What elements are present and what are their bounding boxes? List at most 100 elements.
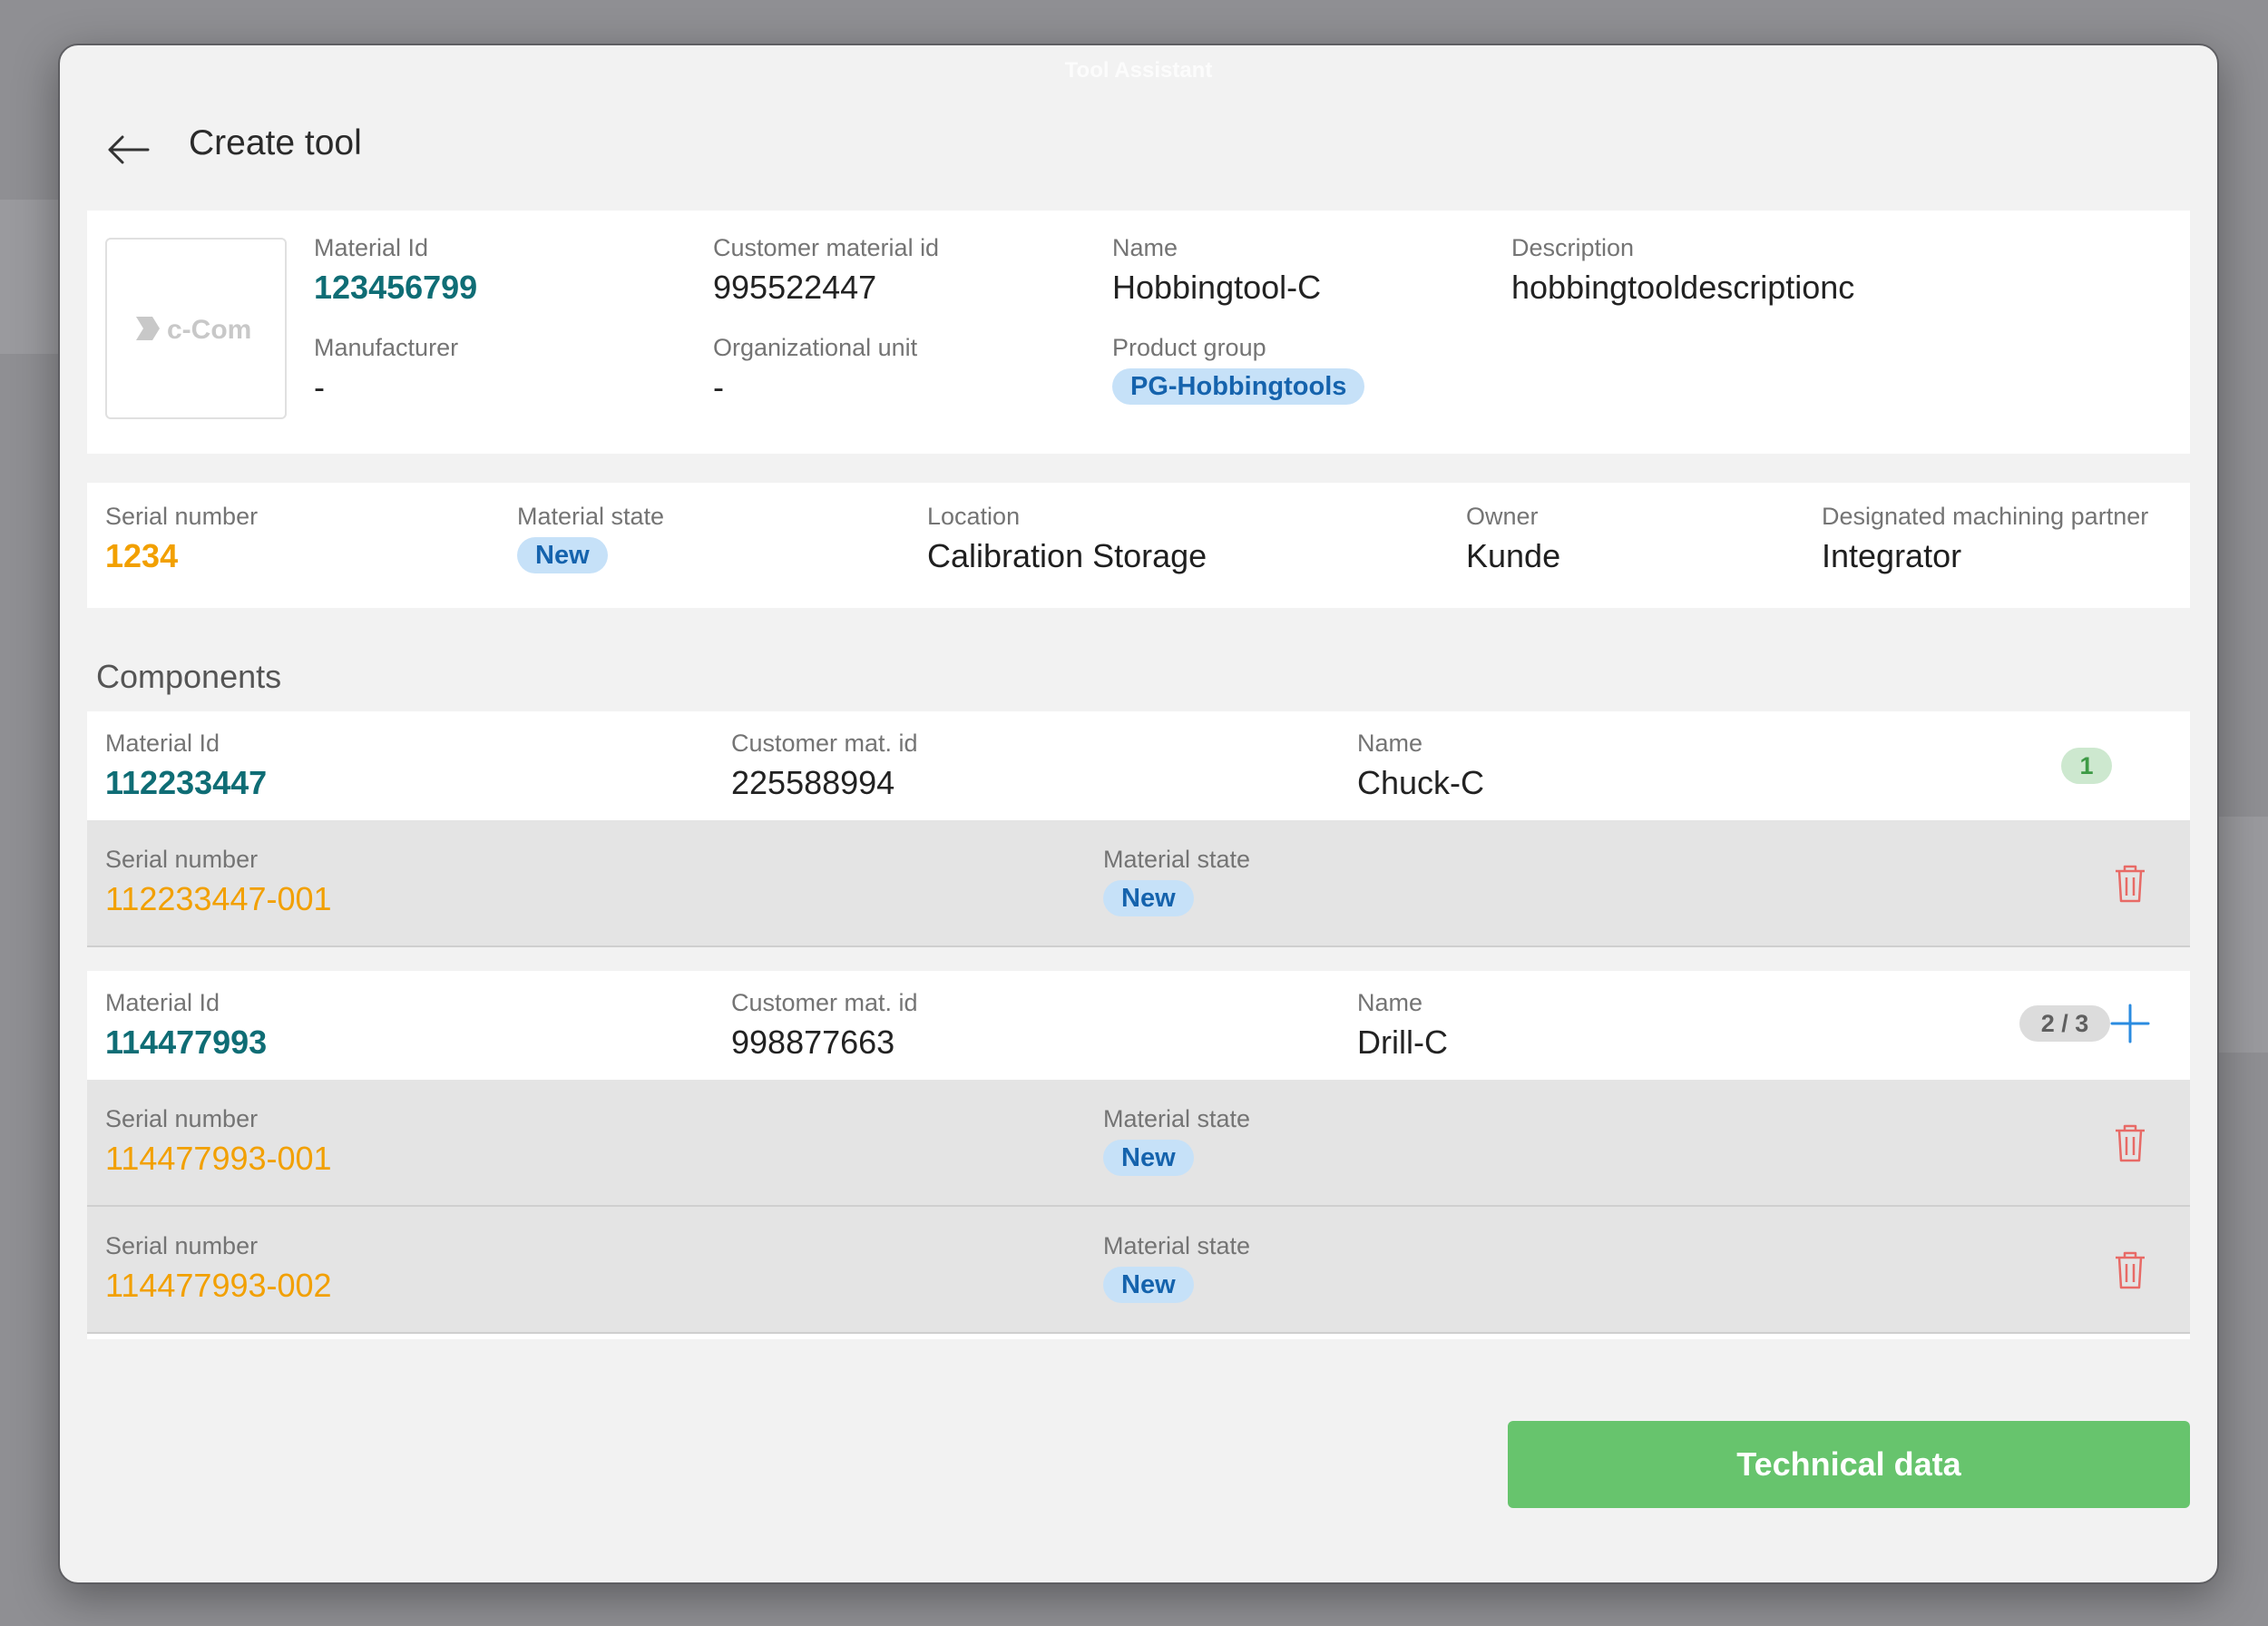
material-id-field: Material Id 123456799 — [314, 232, 477, 309]
material-id-label: Material Id — [314, 234, 429, 261]
material-state-field: Material state New — [517, 501, 664, 573]
component-material-id: Material Id 112233447 — [105, 728, 267, 804]
delete-serial-button[interactable] — [2103, 857, 2157, 911]
trash-icon — [2116, 865, 2145, 903]
component-count-badge: 2 / 3 — [2019, 1005, 2110, 1042]
manufacturer-value: - — [314, 368, 325, 406]
component-serial: Serial number 112233447-001 — [105, 844, 332, 920]
name-value: Hobbingtool-C — [1112, 269, 1322, 306]
component-serial-label: Serial number — [105, 1232, 259, 1259]
location-field: Location Calibration Storage — [927, 501, 1207, 577]
component-customer-id: Customer mat. id 998877663 — [731, 987, 918, 1063]
page-title: Create tool — [189, 123, 362, 162]
owner-label: Owner — [1466, 503, 1539, 530]
product-group-field: Product group PG-Hobbingtools — [1112, 332, 1365, 405]
component-state: Material state New — [1103, 844, 1250, 916]
component-name: Name Drill-C — [1357, 987, 1448, 1063]
window-title: Tool Assistant — [1064, 58, 1213, 83]
component-customer-id-value: 225588994 — [731, 764, 895, 801]
component-material-id-value: 114477993 — [105, 1024, 268, 1061]
back-button[interactable] — [87, 118, 169, 181]
component-name: Name Chuck-C — [1357, 728, 1484, 804]
component-serial-value: 114477993-002 — [105, 1267, 332, 1304]
partner-label: Designated machining partner — [1822, 503, 2149, 530]
customer-material-id-field: Customer material id 995522447 — [713, 232, 939, 309]
tool-image: c-Com — [105, 238, 287, 419]
location-value: Calibration Storage — [927, 537, 1207, 574]
component-serial-row: Serial number 114477993-002 Material sta… — [87, 1207, 2190, 1334]
instance-info-card: Serial number 1234 Material state New Lo… — [87, 483, 2190, 608]
component-serial-label: Serial number — [105, 846, 259, 873]
component-header-chuck: Material Id 112233447 Customer mat. id 2… — [87, 711, 2190, 820]
component-name-value: Drill-C — [1357, 1024, 1448, 1061]
components-list-end — [87, 1334, 2190, 1339]
description-label: Description — [1511, 234, 1635, 261]
organizational-unit-value: - — [713, 368, 724, 406]
component-serial-row: Serial number 114477993-001 Material sta… — [87, 1080, 2190, 1207]
component-material-id-value: 112233447 — [105, 764, 268, 801]
component-serial-value: 114477993-001 — [105, 1140, 332, 1177]
description-field: Description hobbingtooldescriptionc — [1511, 232, 1854, 309]
component-serial-value: 112233447-001 — [105, 880, 332, 917]
component-customer-id-value: 998877663 — [731, 1024, 895, 1061]
customer-material-id-label: Customer material id — [713, 234, 940, 261]
component-state-label: Material state — [1103, 1232, 1251, 1259]
serial-number-value: 1234 — [105, 537, 179, 574]
component-serial: Serial number 114477993-002 — [105, 1230, 332, 1307]
trash-icon — [2116, 1251, 2145, 1289]
component-state: Material state New — [1103, 1103, 1250, 1176]
customer-material-id-value: 995522447 — [713, 269, 877, 306]
component-state-label: Material state — [1103, 846, 1251, 873]
component-serial: Serial number 114477993-001 — [105, 1103, 332, 1180]
component-material-id-label: Material Id — [105, 730, 220, 757]
material-state-label: Material state — [517, 503, 665, 530]
component-name-label: Name — [1357, 989, 1423, 1016]
component-state-label: Material state — [1103, 1105, 1251, 1132]
component-name-label: Name — [1357, 730, 1423, 757]
component-customer-id: Customer mat. id 225588994 — [731, 728, 918, 804]
component-customer-id-label: Customer mat. id — [731, 730, 918, 757]
background-shape — [0, 200, 58, 354]
component-state-chip: New — [1103, 880, 1194, 916]
partner-field: Designated machining partner Integrator — [1822, 501, 2148, 577]
component-serial-row: Serial number 112233447-001 Material sta… — [87, 820, 2190, 947]
component-state-chip: New — [1103, 1267, 1194, 1303]
component-material-id-label: Material Id — [105, 989, 220, 1016]
serial-number-label: Serial number — [105, 503, 259, 530]
location-label: Location — [927, 503, 1021, 530]
component-header-drill: Material Id 114477993 Customer mat. id 9… — [87, 971, 2190, 1080]
component-state: Material state New — [1103, 1230, 1250, 1303]
app-window: Tool Assistant Create tool c-Com Materia… — [58, 44, 2219, 1584]
component-state-chip: New — [1103, 1140, 1194, 1176]
background-shape — [2215, 817, 2268, 1053]
material-id-value: 123456799 — [314, 269, 478, 306]
owner-value: Kunde — [1466, 537, 1561, 574]
owner-field: Owner Kunde — [1466, 501, 1560, 577]
tool-info-card: c-Com Material Id 123456799 Customer mat… — [87, 211, 2190, 454]
plus-icon — [2110, 1004, 2150, 1043]
delete-serial-button[interactable] — [2103, 1116, 2157, 1171]
component-customer-id-label: Customer mat. id — [731, 989, 918, 1016]
product-group-chip: PG-Hobbingtools — [1112, 368, 1365, 405]
components-title: Components — [96, 658, 282, 695]
component-serial-label: Serial number — [105, 1105, 259, 1132]
material-state-chip: New — [517, 537, 608, 573]
name-label: Name — [1112, 234, 1178, 261]
technical-data-button[interactable]: Technical data — [1508, 1421, 2190, 1508]
organizational-unit-label: Organizational unit — [713, 334, 918, 361]
arrow-left-icon — [108, 135, 150, 164]
trash-icon — [2116, 1124, 2145, 1162]
partner-value: Integrator — [1822, 537, 1962, 574]
component-material-id: Material Id 114477993 — [105, 987, 267, 1063]
name-field: Name Hobbingtool-C — [1112, 232, 1321, 309]
delete-serial-button[interactable] — [2103, 1243, 2157, 1298]
product-group-label: Product group — [1112, 334, 1266, 361]
component-count-badge: 1 — [2061, 748, 2112, 784]
svg-text:c-Com: c-Com — [167, 315, 251, 345]
description-value: hobbingtooldescriptionc — [1511, 269, 1855, 306]
add-serial-button[interactable] — [2103, 996, 2157, 1051]
manufacturer-label: Manufacturer — [314, 334, 459, 361]
serial-number-field: Serial number 1234 — [105, 501, 258, 577]
organizational-unit-field: Organizational unit - — [713, 332, 917, 408]
component-name-value: Chuck-C — [1357, 764, 1485, 801]
